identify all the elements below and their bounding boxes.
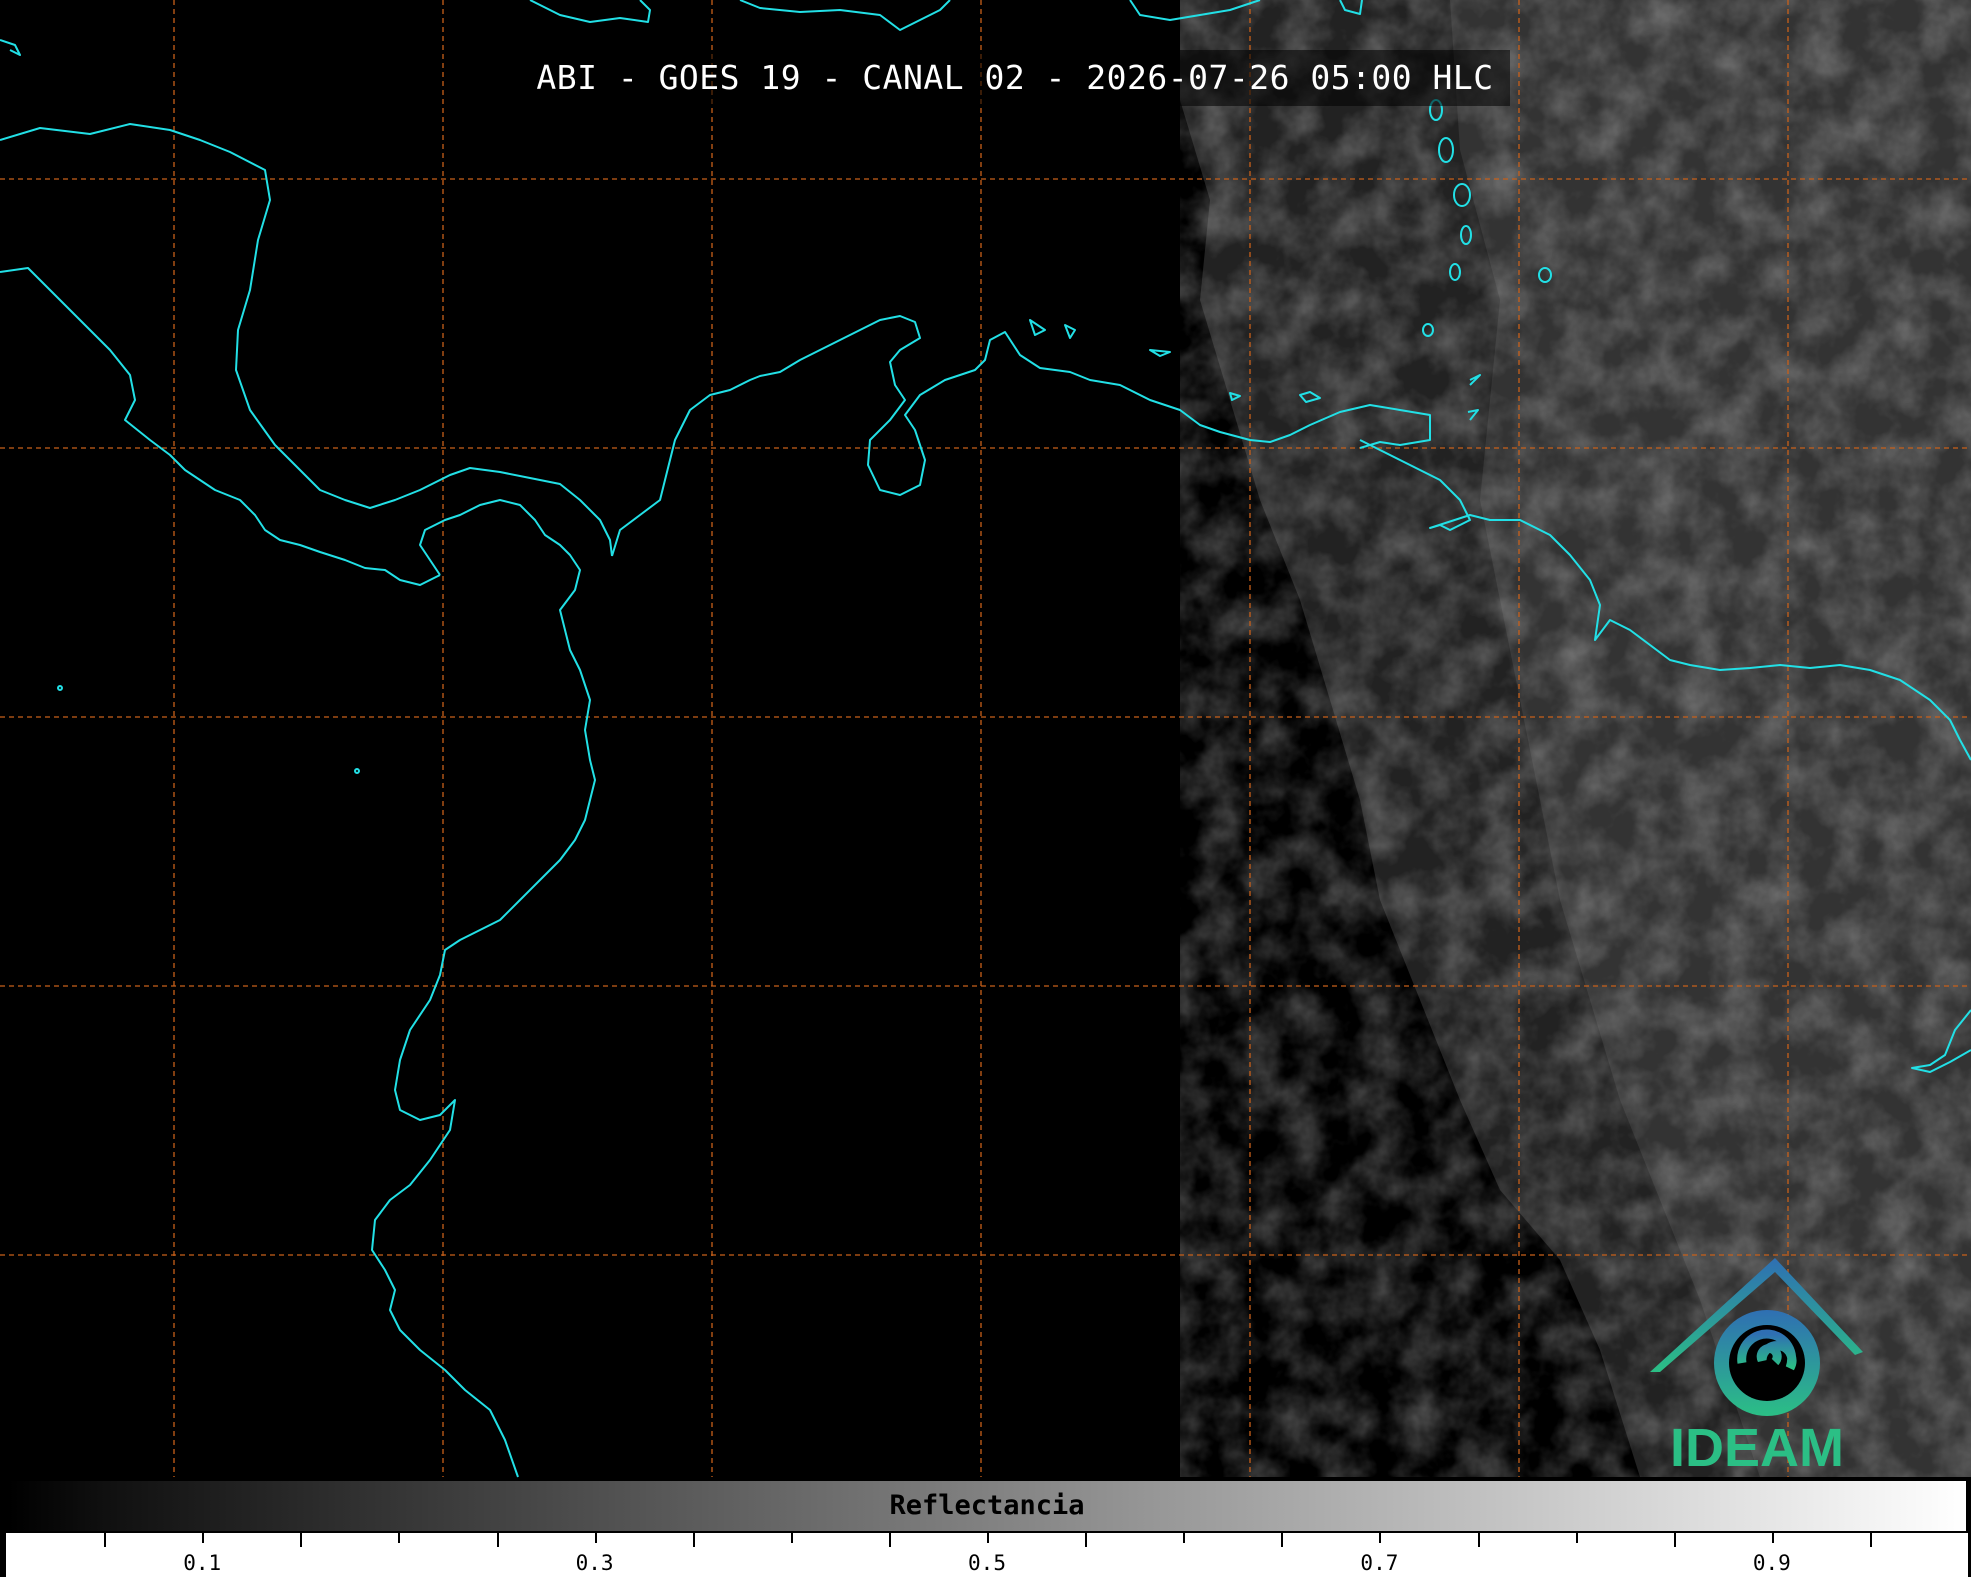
colorbar-tick-label: 0.7 xyxy=(1360,1551,1399,1575)
colorbar-tick xyxy=(1477,1533,1480,1547)
colorbar-ticks: 0.1 0.3 0.5 0.7 0.9 xyxy=(6,1533,1968,1577)
colorbar-tick xyxy=(398,1533,401,1543)
colorbar-tick xyxy=(1379,1533,1382,1543)
colorbar-tick xyxy=(987,1533,989,1543)
colorbar-tick-label: 0.5 xyxy=(968,1551,1006,1575)
colorbar-tick xyxy=(202,1533,205,1543)
colorbar-tick xyxy=(1281,1533,1284,1547)
colorbar-tick xyxy=(888,1533,891,1547)
colorbar-tick xyxy=(300,1533,303,1547)
colorbar-tick-label: 0.1 xyxy=(183,1551,222,1575)
colorbar-tick-label: 0.3 xyxy=(575,1551,614,1575)
colorbar-tick xyxy=(104,1533,107,1547)
map-title: ABI - GOES 19 - CANAL 02 - 2026-07-26 05… xyxy=(520,50,1510,106)
colorbar-tick xyxy=(692,1533,695,1547)
satellite-map: IDEAM xyxy=(0,0,1971,1478)
colorbar-tick xyxy=(1673,1533,1676,1547)
colorbar-label: Reflectancia xyxy=(889,1490,1085,1521)
colorbar-tick-label: 0.9 xyxy=(1752,1551,1791,1575)
colorbar-tick xyxy=(496,1533,499,1547)
colorbar-tick xyxy=(1869,1533,1872,1547)
colorbar-tick xyxy=(1085,1533,1088,1547)
colorbar-tick xyxy=(1183,1533,1186,1543)
colorbar: Reflectancia 0.1 0.3 0.5 0.7 0.9 xyxy=(6,1479,1968,1577)
logo-text: IDEAM xyxy=(1670,1418,1844,1478)
colorbar-tick xyxy=(594,1533,597,1543)
colorbar-tick xyxy=(1575,1533,1578,1543)
colorbar-tick xyxy=(790,1533,793,1543)
colorbar-tick xyxy=(1771,1533,1774,1543)
